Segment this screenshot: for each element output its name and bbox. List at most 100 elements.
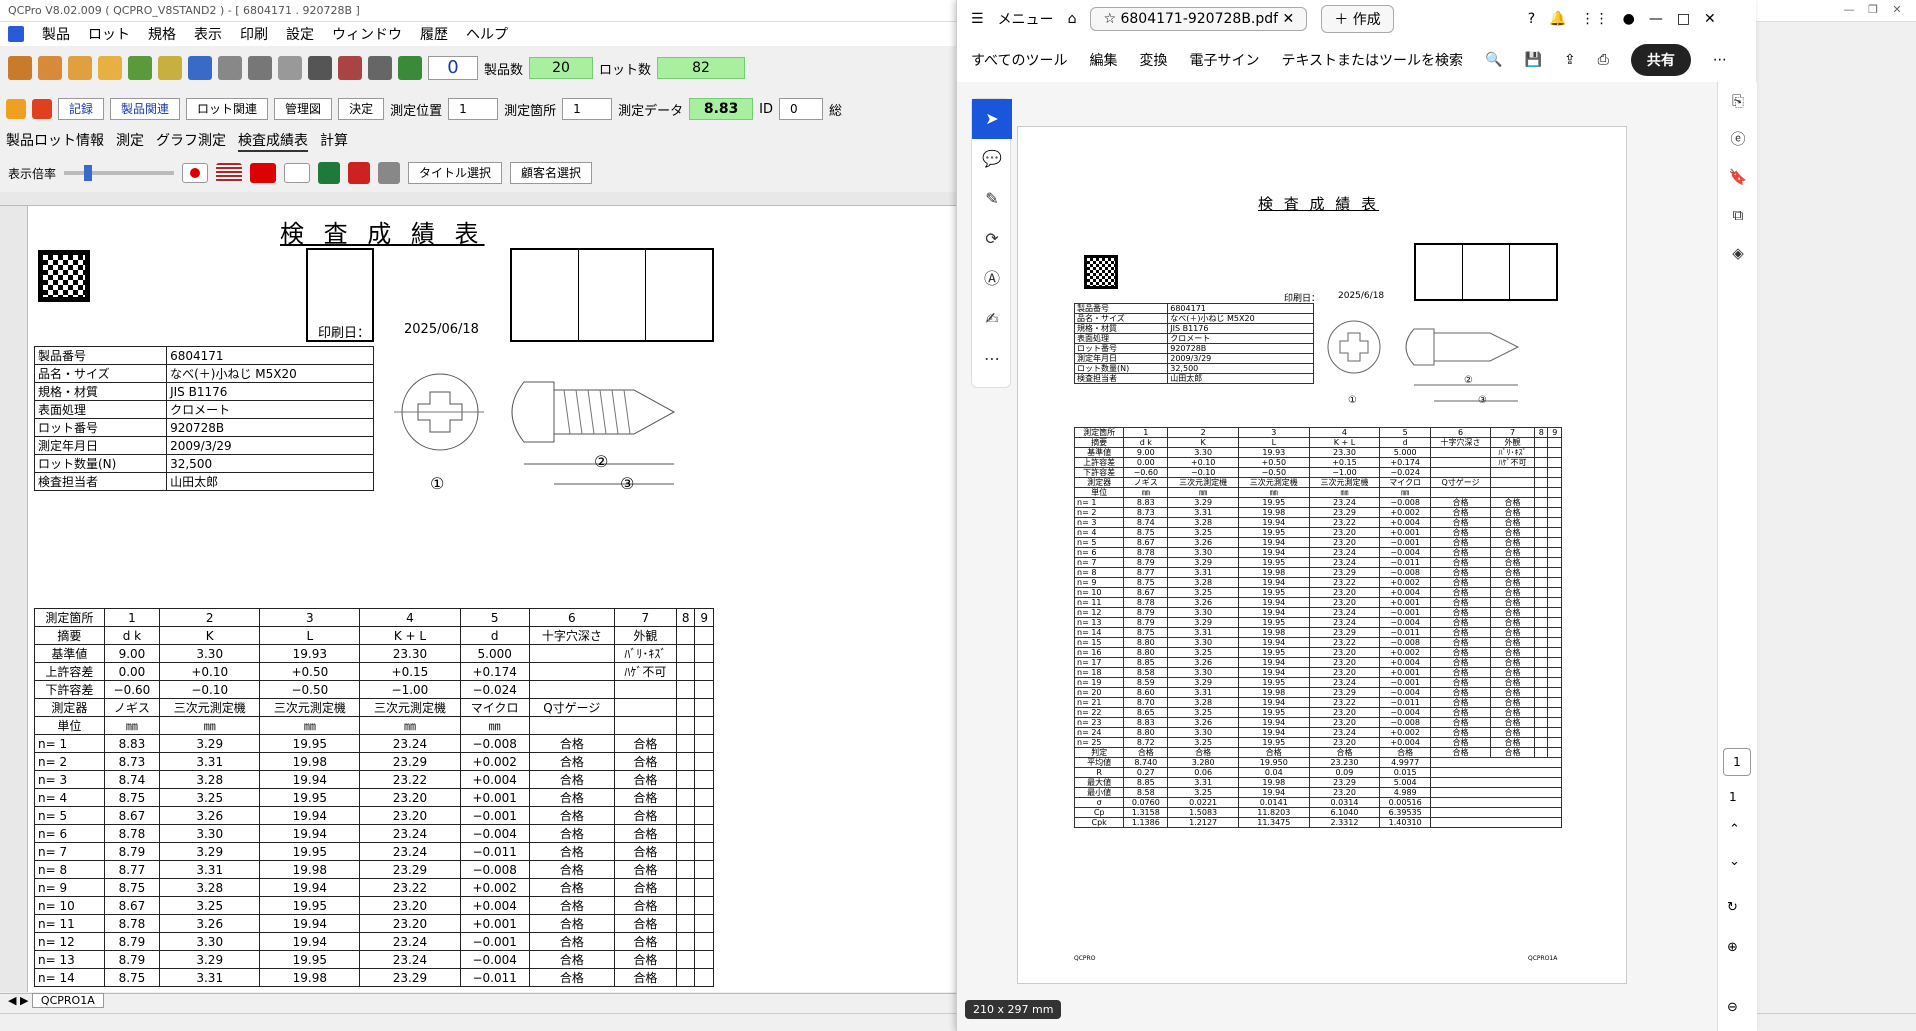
pages-icon[interactable]: ⧉: [1718, 196, 1758, 234]
location-stepper[interactable]: 1: [562, 98, 613, 120]
excel-icon[interactable]: [318, 162, 341, 184]
esign-menu[interactable]: 電子サイン: [1189, 50, 1259, 70]
text-select-icon[interactable]: Ⓐ: [972, 259, 1012, 299]
bell-icon[interactable]: 🔔: [1549, 11, 1566, 27]
print-icon[interactable]: ⎙: [1598, 52, 1609, 68]
menu-lot[interactable]: ロット: [88, 24, 130, 44]
id-stepper[interactable]: 0: [778, 98, 823, 120]
new-tab-button[interactable]: ＋ 作成: [1321, 5, 1394, 33]
menu-window[interactable]: ウィンドウ: [332, 24, 402, 44]
lot-related-button[interactable]: ロット関連: [186, 98, 269, 120]
add-icon[interactable]: [98, 56, 122, 80]
export-icon[interactable]: ⎘: [1718, 82, 1758, 120]
maximize-icon[interactable]: □: [1677, 11, 1690, 27]
flag-icon[interactable]: [6, 99, 26, 119]
edit-menu[interactable]: 編集: [1089, 50, 1117, 70]
menu-spec[interactable]: 規格: [148, 24, 176, 44]
pdf-icon[interactable]: [348, 162, 371, 184]
lasso-icon[interactable]: ⟳: [972, 219, 1012, 259]
all-tools-menu[interactable]: すべてのツール: [971, 50, 1067, 70]
tab-calc[interactable]: 計算: [320, 130, 348, 152]
document-icon[interactable]: [278, 56, 302, 80]
tab-report[interactable]: 検査成績表: [238, 130, 308, 152]
import-icon[interactable]: [188, 56, 212, 80]
csv-icon[interactable]: [398, 56, 422, 80]
delete-icon[interactable]: [32, 99, 52, 119]
sheet-tab-qcpro1a[interactable]: QCPRO1A: [31, 993, 104, 1008]
control-chart-button[interactable]: 管理図: [274, 98, 333, 120]
help-icon[interactable]: ?: [1528, 11, 1535, 27]
stamp-icon[interactable]: ⓔ: [1718, 120, 1758, 158]
table-cell: 3.30: [159, 644, 261, 663]
report-icon[interactable]: [218, 56, 242, 80]
count-stepper[interactable]: 0: [428, 56, 478, 80]
search-icon[interactable]: [68, 56, 92, 80]
share-button[interactable]: 共有: [1630, 44, 1691, 76]
sign-icon[interactable]: ✍: [972, 299, 1012, 339]
close-icon[interactable]: ✕: [1704, 11, 1716, 27]
minimize-icon[interactable]: —: [1649, 11, 1663, 27]
app-icon[interactable]: [8, 26, 24, 42]
menu-icon[interactable]: ☰: [971, 11, 984, 27]
star-icon[interactable]: ☆: [1103, 11, 1120, 27]
sheet-nav-icon[interactable]: ◀ ▶: [8, 994, 32, 1007]
page-up-icon[interactable]: ⌃: [1729, 822, 1740, 837]
search-icon[interactable]: 🔍: [1485, 52, 1502, 68]
menu-view[interactable]: 表示: [194, 24, 222, 44]
bookmark-icon[interactable]: 🔖: [1718, 158, 1758, 196]
korea-flag-icon[interactable]: [284, 163, 311, 183]
decide-button[interactable]: 決定: [338, 98, 385, 120]
japan-flag-icon[interactable]: [182, 163, 209, 183]
chart-icon[interactable]: [338, 56, 362, 80]
more-tools-icon[interactable]: ⋯: [972, 339, 1012, 379]
customer-select-button[interactable]: 顧客名選択: [510, 162, 593, 184]
tool-search[interactable]: テキストまたはツールを検索: [1281, 50, 1463, 70]
grid-icon[interactable]: [158, 56, 182, 80]
comment-icon[interactable]: 💬: [972, 139, 1012, 179]
tab-product-lot[interactable]: 製品ロット情報: [6, 130, 104, 152]
china-flag-icon[interactable]: [250, 163, 277, 183]
edit-icon[interactable]: [128, 56, 152, 80]
layers-icon[interactable]: ◈: [1718, 234, 1758, 272]
record-button[interactable]: 記録: [58, 98, 105, 120]
refresh-icon[interactable]: ↻: [1727, 900, 1738, 915]
menu-help[interactable]: ヘルプ: [466, 24, 508, 44]
apps-icon[interactable]: ⋮⋮: [1581, 11, 1609, 27]
pen-icon[interactable]: ✎: [972, 179, 1012, 219]
menu-print[interactable]: 印刷: [240, 24, 268, 44]
home-icon[interactable]: ⌂: [1068, 11, 1077, 27]
position-stepper[interactable]: 1: [448, 98, 499, 120]
menu-history[interactable]: 履歴: [420, 24, 448, 44]
zoom-slider[interactable]: [64, 165, 175, 181]
document-tab[interactable]: ☆ 6804171-920728B.pdf ✕: [1090, 7, 1308, 31]
save-icon[interactable]: 💾: [1525, 52, 1542, 68]
package-icon[interactable]: [368, 56, 392, 80]
zoom-out-icon[interactable]: ⊖: [1727, 1000, 1738, 1015]
upload-icon[interactable]: ⇪: [1564, 52, 1576, 68]
page-number-input[interactable]: 1: [1723, 748, 1751, 776]
zoom-in-icon[interactable]: ⊕: [1727, 940, 1738, 955]
close-icon[interactable]: ✕: [1886, 0, 1908, 20]
tab-graph[interactable]: グラフ測定: [156, 130, 226, 152]
page-down-icon[interactable]: ⌄: [1729, 854, 1740, 869]
menu-product[interactable]: 製品: [42, 24, 70, 44]
save-icon[interactable]: [308, 56, 332, 80]
menu-label[interactable]: メニュー: [998, 9, 1054, 29]
profile-icon[interactable]: ●: [1623, 11, 1635, 27]
cursor-icon[interactable]: ➤: [972, 99, 1012, 139]
more-icon[interactable]: ⋯: [1713, 52, 1727, 68]
print-icon[interactable]: [378, 162, 401, 184]
product-icon[interactable]: [8, 56, 32, 80]
convert-menu[interactable]: 変換: [1139, 50, 1167, 70]
lot-icon[interactable]: [38, 56, 62, 80]
tab-measure[interactable]: 測定: [116, 130, 144, 152]
title-select-button[interactable]: タイトル選択: [408, 162, 503, 184]
printer-icon[interactable]: [248, 56, 272, 80]
menu-settings[interactable]: 設定: [286, 24, 314, 44]
us-flag-icon[interactable]: [216, 163, 243, 183]
report-title: 検 査 成 績 表: [280, 220, 485, 248]
restore-icon[interactable]: ❐: [1862, 0, 1884, 20]
minimize-icon[interactable]: —: [1838, 0, 1860, 20]
product-related-button[interactable]: 製品関連: [110, 98, 181, 120]
table-cell: [675, 968, 696, 987]
